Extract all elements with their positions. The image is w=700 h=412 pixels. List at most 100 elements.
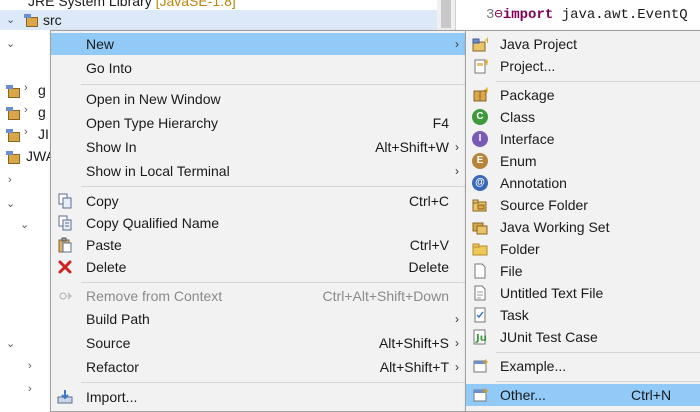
- expand-arrow-icon[interactable]: ⌄: [6, 37, 15, 50]
- expand-arrow-icon[interactable]: ⌄: [6, 13, 15, 26]
- code-keyword: import: [502, 7, 554, 23]
- project-icon: [6, 129, 20, 142]
- submenu-item-task[interactable]: Task: [466, 304, 700, 326]
- submenu-item-other[interactable]: + Other... Ctrl+N: [466, 384, 700, 406]
- menu-item-label: Refactor: [86, 359, 139, 375]
- remove-context-icon: [57, 288, 73, 304]
- tree-item-label[interactable]: g: [38, 80, 46, 100]
- menu-item-label: Show In: [86, 139, 137, 155]
- submenu-item-java-project[interactable]: + Java Project: [466, 33, 700, 55]
- submenu-arrow-icon: ›: [455, 336, 459, 350]
- menu-item-label: Import...: [86, 389, 138, 405]
- fold-marker-icon[interactable]: ⊖: [494, 7, 502, 23]
- submenu-item-file[interactable]: File: [466, 260, 700, 282]
- new-submenu: + Java Project + Project... + Package C …: [465, 30, 700, 412]
- menu-item-source[interactable]: Source Alt+Shift+S ›: [51, 332, 466, 354]
- menu-item-show-in-local-terminal[interactable]: Show in Local Terminal ›: [51, 160, 466, 182]
- collapse-arrow-icon[interactable]: ›: [24, 126, 28, 138]
- java-project-icon: +: [472, 36, 492, 52]
- submenu-item-label: Source Folder: [500, 197, 588, 213]
- src-folder-label[interactable]: src: [43, 10, 62, 30]
- example-icon: +: [472, 358, 490, 374]
- submenu-item-source-folder[interactable]: Source Folder: [466, 194, 700, 216]
- collapse-arrow-icon[interactable]: ›: [8, 174, 12, 186]
- import-icon: [57, 389, 73, 405]
- submenu-arrow-icon: ›: [455, 164, 459, 178]
- package-icon: [6, 107, 20, 120]
- expand-arrow-icon[interactable]: ⌄: [20, 218, 29, 231]
- enum-icon: E: [472, 153, 488, 169]
- submenu-arrow-icon: ›: [455, 140, 459, 154]
- submenu-item-folder[interactable]: Folder: [466, 238, 700, 260]
- menu-item-label: Delete: [86, 259, 127, 275]
- menu-item-label: Copy: [86, 193, 119, 209]
- submenu-item-example[interactable]: + Example...: [466, 355, 700, 377]
- menu-item-label: Go Into: [86, 60, 132, 76]
- menu-item-build-path[interactable]: Build Path ›: [51, 308, 466, 330]
- submenu-item-label: Annotation: [500, 175, 567, 191]
- menu-item-copy-qualified-name[interactable]: Copy Qualified Name: [51, 212, 466, 234]
- paste-icon: [57, 237, 73, 253]
- menu-item-label: New: [86, 36, 115, 52]
- submenu-item-enum[interactable]: E Enum: [466, 150, 700, 172]
- menu-item-open-type-hierarchy[interactable]: Open Type Hierarchy F4: [51, 112, 466, 134]
- svg-text:Ju: Ju: [475, 333, 487, 344]
- menu-item-shortcut: Ctrl+C: [408, 193, 449, 209]
- menu-item-new[interactable]: New ›: [51, 33, 466, 55]
- working-set-icon: [472, 219, 488, 235]
- submenu-item-untitled-text-file[interactable]: Untitled Text File: [466, 282, 700, 304]
- submenu-item-label: Task: [500, 307, 529, 323]
- submenu-item-label: Enum: [500, 153, 537, 169]
- menu-item-copy[interactable]: Copy Ctrl+C: [51, 190, 466, 212]
- menu-separator: [496, 381, 700, 382]
- menu-item-show-in[interactable]: Show In Alt+Shift+W ›: [51, 136, 466, 158]
- expand-arrow-icon[interactable]: ⌄: [6, 337, 15, 350]
- submenu-item-class[interactable]: C Class: [466, 106, 700, 128]
- project-icon: [6, 151, 20, 164]
- submenu-item-label: Java Project: [500, 36, 578, 52]
- menu-item-paste[interactable]: Paste Ctrl+V: [51, 234, 466, 256]
- copy-icon: [57, 193, 73, 209]
- submenu-item-annotation[interactable]: @ Annotation: [466, 172, 700, 194]
- code-line: 3⊖import java.awt.EventQ: [486, 6, 688, 23]
- jre-library-label: JRE System Library: [28, 0, 152, 9]
- expand-arrow-icon[interactable]: ⌄: [6, 197, 15, 210]
- menu-item-delete[interactable]: Delete Delete: [51, 256, 466, 278]
- submenu-item-label: Package: [500, 87, 555, 103]
- submenu-item-label: Project...: [500, 58, 556, 74]
- menu-item-label: Open in New Window: [86, 91, 221, 107]
- menu-item-label: Build Path: [86, 311, 150, 327]
- package-icon: [6, 85, 20, 98]
- submenu-item-project[interactable]: + Project...: [466, 55, 700, 77]
- menu-item-refactor[interactable]: Refactor Alt+Shift+T ›: [51, 356, 466, 378]
- svg-text:+: +: [482, 358, 488, 368]
- menu-item-shortcut: Alt+Shift+S: [378, 335, 449, 351]
- tree-item-label[interactable]: JI: [38, 124, 49, 144]
- submenu-item-interface[interactable]: I Interface: [466, 128, 700, 150]
- source-folder-icon: [472, 197, 488, 213]
- submenu-item-junit-test-case[interactable]: Ju JUnit Test Case: [466, 326, 700, 348]
- menu-item-shortcut: Alt+Shift+T: [379, 359, 449, 375]
- menu-separator: [81, 382, 466, 383]
- collapse-arrow-icon[interactable]: ›: [24, 82, 28, 94]
- menu-item-shortcut: Ctrl+V: [409, 237, 449, 253]
- code-text: java.awt.EventQ: [553, 7, 688, 23]
- project-icon: +: [472, 58, 491, 74]
- collapse-arrow-icon[interactable]: ›: [28, 360, 32, 372]
- tree-item-label[interactable]: g: [38, 102, 46, 122]
- collapse-arrow-icon[interactable]: ›: [24, 104, 28, 116]
- explorer-scroll-thumb[interactable]: [441, 0, 451, 28]
- selected-tree-row[interactable]: [0, 10, 437, 30]
- submenu-item-label: Other...: [500, 387, 546, 403]
- menu-item-open-in-new-window[interactable]: Open in New Window: [51, 88, 466, 110]
- svg-text:+: +: [483, 58, 488, 68]
- submenu-item-java-working-set[interactable]: Java Working Set: [466, 216, 700, 238]
- source-folder-icon: [24, 14, 38, 27]
- submenu-arrow-icon: ›: [455, 37, 459, 51]
- submenu-item-label: Java Working Set: [500, 219, 610, 235]
- submenu-item-package[interactable]: + Package: [466, 84, 700, 106]
- svg-text:+: +: [483, 87, 488, 96]
- collapse-arrow-icon[interactable]: ›: [28, 383, 32, 395]
- menu-item-go-into[interactable]: Go Into: [51, 57, 466, 79]
- menu-separator: [496, 352, 700, 353]
